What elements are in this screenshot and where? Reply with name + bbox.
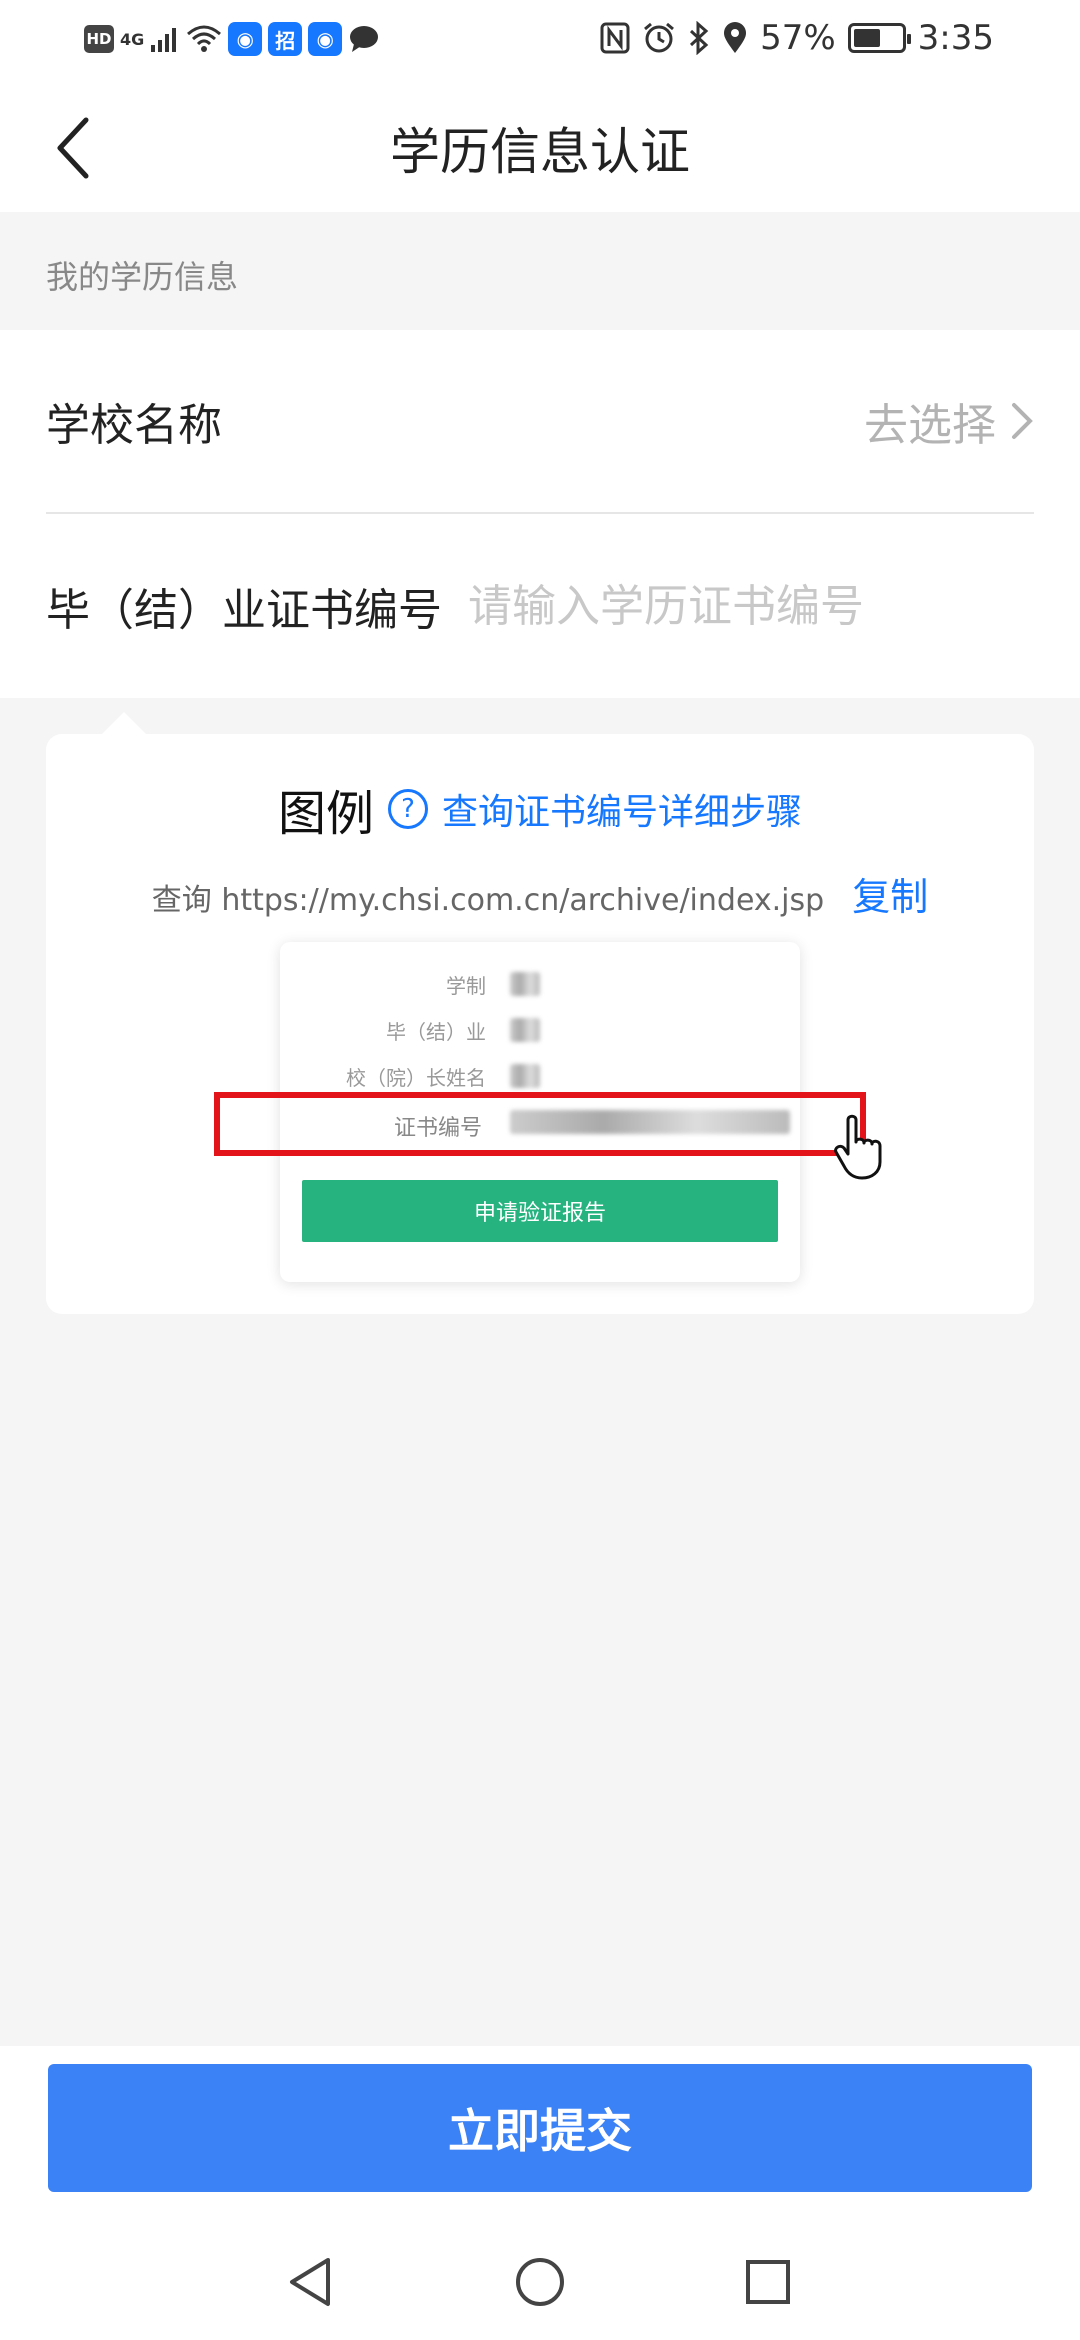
illustration-row-label: 毕（结）业 bbox=[386, 1020, 486, 1044]
example-illustration: 学制 毕（结）业 校（院）长姓名 证书编号 申请验证报告 bbox=[214, 942, 882, 1282]
chevron-right-icon bbox=[1012, 403, 1033, 439]
example-title: 图例 bbox=[277, 786, 374, 842]
cert-number-input[interactable] bbox=[468, 580, 1034, 632]
wifi-icon bbox=[187, 25, 222, 52]
battery-percent: 57% bbox=[760, 18, 836, 58]
illustration-row-label: 学制 bbox=[446, 974, 486, 998]
zhao-app-icon: 招 bbox=[268, 22, 303, 56]
recents-square-icon bbox=[746, 2260, 790, 2304]
query-line: 查询 https://my.chsi.com.cn/archive/index.… bbox=[46, 866, 1034, 921]
app-header: 学历信息认证 bbox=[0, 84, 1080, 212]
system-nav-bar bbox=[0, 2226, 1080, 2340]
battery-icon bbox=[847, 23, 911, 53]
cert-number-row: 毕（结）业证书编号 bbox=[46, 514, 1034, 698]
steps-link[interactable]: 查询证书编号详细步骤 bbox=[442, 783, 802, 835]
apply-report-button-example: 申请验证报告 bbox=[302, 1180, 778, 1242]
battery-level bbox=[853, 29, 880, 47]
notification-app-icon-2: ◉ bbox=[308, 22, 343, 56]
cert-number-label: 毕（结）业证书编号 bbox=[46, 585, 442, 636]
blurred-cert-number bbox=[510, 1110, 790, 1134]
status-right: 57% 3:35 bbox=[600, 18, 994, 58]
page-title: 学历信息认证 bbox=[390, 123, 690, 181]
signal-icon bbox=[151, 28, 177, 52]
illustration-highlight-label: 证书编号 bbox=[393, 1116, 482, 1141]
clock: 3:35 bbox=[917, 18, 994, 58]
copy-button[interactable]: 复制 bbox=[852, 866, 928, 921]
blurred-value bbox=[510, 1018, 540, 1042]
section-label: 我的学历信息 bbox=[46, 258, 239, 296]
notification-app-icon: ◉ bbox=[228, 22, 263, 56]
nav-recents-button[interactable] bbox=[728, 2242, 808, 2322]
alarm-icon bbox=[644, 22, 675, 53]
school-label: 学校名称 bbox=[46, 400, 222, 451]
pointer-hand-icon bbox=[834, 1114, 882, 1180]
illustration-row: 毕（结）业 bbox=[280, 1010, 800, 1050]
network-type: 4G bbox=[120, 29, 145, 49]
status-bar: HD 4G ◉ 招 ◉ 57% 3:35 bbox=[0, 0, 1080, 84]
submit-button[interactable]: 立即提交 bbox=[48, 2064, 1032, 2192]
blurred-value bbox=[510, 972, 540, 996]
location-icon bbox=[724, 22, 747, 53]
example-card: 图例 ? 查询证书编号详细步骤 查询 https://my.chsi.com.c… bbox=[46, 712, 1034, 1314]
example-header: 图例 ? 查询证书编号详细步骤 bbox=[46, 774, 1034, 844]
school-select-row[interactable]: 学校名称 去选择 bbox=[46, 330, 1034, 514]
illustration-row-label: 校（院）长姓名 bbox=[346, 1066, 486, 1090]
cert-number-highlight: 证书编号 bbox=[214, 1092, 866, 1156]
nav-back-button[interactable] bbox=[270, 2242, 350, 2322]
blurred-value bbox=[510, 1064, 540, 1088]
school-select-value: 去选择 bbox=[864, 400, 996, 451]
help-icon[interactable]: ? bbox=[388, 789, 428, 829]
bluetooth-icon bbox=[690, 21, 709, 55]
back-triangle-icon bbox=[290, 2258, 330, 2306]
hd-icon: HD bbox=[84, 25, 114, 53]
illustration-row: 校（院）长姓名 bbox=[280, 1056, 800, 1096]
nfc-icon bbox=[600, 22, 630, 54]
school-select[interactable]: 去选择 bbox=[864, 389, 1034, 453]
home-circle-icon bbox=[516, 2258, 564, 2306]
nav-home-button[interactable] bbox=[500, 2242, 580, 2322]
status-left: HD 4G ◉ 招 ◉ bbox=[84, 22, 380, 56]
message-icon bbox=[350, 26, 379, 52]
education-form: 学校名称 去选择 毕（结）业证书编号 bbox=[0, 330, 1080, 698]
illustration-row: 学制 bbox=[280, 964, 800, 1004]
bottom-area: 立即提交 bbox=[0, 2046, 1080, 2340]
query-url-text: 查询 https://my.chsi.com.cn/archive/index.… bbox=[151, 883, 825, 918]
card-pointer bbox=[102, 712, 146, 734]
